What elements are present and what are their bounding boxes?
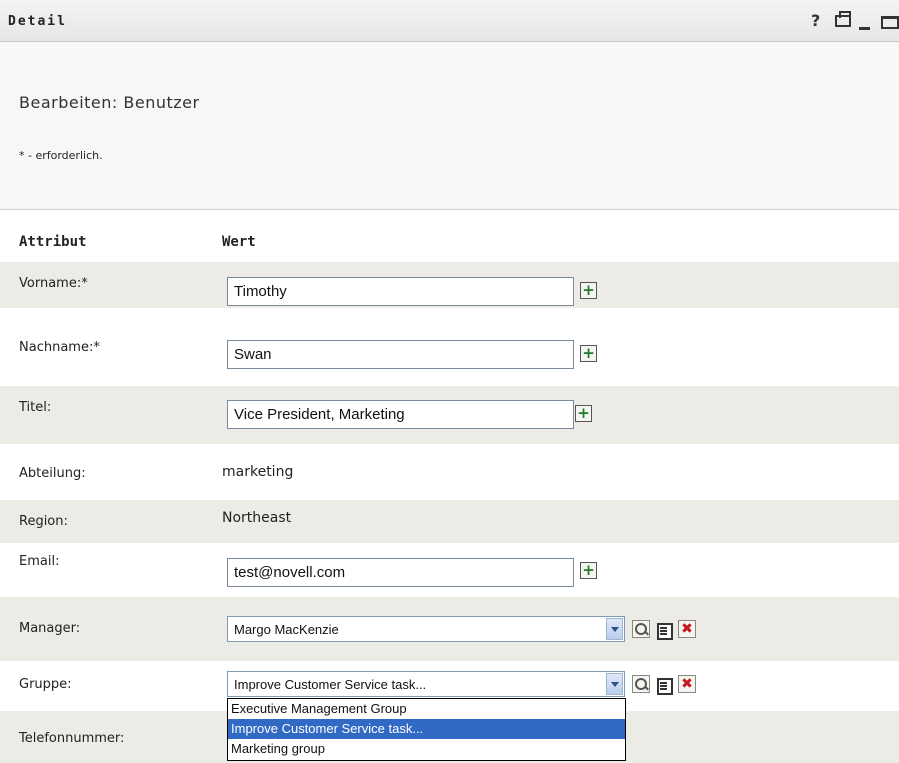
dropdown-option-selected[interactable]: Improve Customer Service task... xyxy=(228,719,625,739)
add-nachname-button[interactable]: + xyxy=(580,345,597,362)
gruppe-label: Gruppe: xyxy=(19,677,72,692)
maximize-icon[interactable] xyxy=(881,16,899,29)
gruppe-dropdown-list[interactable]: Executive Management Group Improve Custo… xyxy=(227,698,626,761)
gruppe-select[interactable]: Improve Customer Service task... xyxy=(227,671,625,697)
gruppe-selected-value: Improve Customer Service task... xyxy=(234,677,427,692)
region-value: Northeast xyxy=(222,510,292,526)
required-note: * - erforderlich. xyxy=(19,149,103,162)
history-icon[interactable] xyxy=(655,675,673,695)
form-header: Bearbeiten: Benutzer * - erforderlich. xyxy=(0,42,899,210)
chevron-down-icon[interactable] xyxy=(606,673,623,695)
abteilung-value: marketing xyxy=(222,464,294,480)
search-icon[interactable] xyxy=(632,620,650,638)
row-region: Region: Northeast xyxy=(0,500,899,543)
history-icon[interactable] xyxy=(655,620,673,640)
minimize-icon[interactable] xyxy=(859,27,870,30)
region-label: Region: xyxy=(19,514,68,529)
abteilung-label: Abteilung: xyxy=(19,466,86,481)
email-input[interactable]: test@novell.com xyxy=(227,558,574,587)
add-vorname-button[interactable]: + xyxy=(580,282,597,299)
search-icon[interactable] xyxy=(632,675,650,693)
titel-input[interactable]: Vice President, Marketing xyxy=(227,400,574,429)
clear-icon[interactable]: ✖ xyxy=(678,675,696,693)
dropdown-option[interactable]: Executive Management Group xyxy=(228,699,625,719)
detail-titlebar: Detail ? xyxy=(0,0,899,42)
add-titel-button[interactable]: + xyxy=(575,405,592,422)
manager-selected-value: Margo MacKenzie xyxy=(234,622,339,637)
nachname-input[interactable]: Swan xyxy=(227,340,574,369)
column-header-attribute: Attribut xyxy=(19,234,87,250)
help-icon[interactable]: ? xyxy=(811,11,820,30)
dropdown-option[interactable]: Marketing group xyxy=(228,739,625,759)
telefonnummer-label: Telefonnummer: xyxy=(19,731,125,746)
email-label: Email: xyxy=(19,554,60,569)
add-email-button[interactable]: + xyxy=(580,562,597,579)
row-vorname: Vorname:* Timothy + xyxy=(0,262,899,308)
print-icon[interactable] xyxy=(835,11,851,27)
row-email: Email: test@novell.com + xyxy=(0,543,899,597)
row-manager: Manager: Margo MacKenzie ✖ xyxy=(0,597,899,661)
manager-select[interactable]: Margo MacKenzie xyxy=(227,616,625,642)
row-nachname: Nachname:* Swan + xyxy=(0,326,899,372)
chevron-down-icon[interactable] xyxy=(606,618,623,640)
row-abteilung: Abteilung: marketing xyxy=(0,444,899,500)
column-header-value: Wert xyxy=(222,234,256,250)
page-title: Bearbeiten: Benutzer xyxy=(19,93,200,112)
vorname-input[interactable]: Timothy xyxy=(227,277,574,306)
vorname-label: Vorname:* xyxy=(19,276,88,291)
row-titel: Titel: Vice President, Marketing + xyxy=(0,386,899,444)
titel-label: Titel: xyxy=(19,400,52,415)
window-title: Detail xyxy=(8,14,67,29)
nachname-label: Nachname:* xyxy=(19,340,100,355)
clear-icon[interactable]: ✖ xyxy=(678,620,696,638)
manager-label: Manager: xyxy=(19,621,81,636)
